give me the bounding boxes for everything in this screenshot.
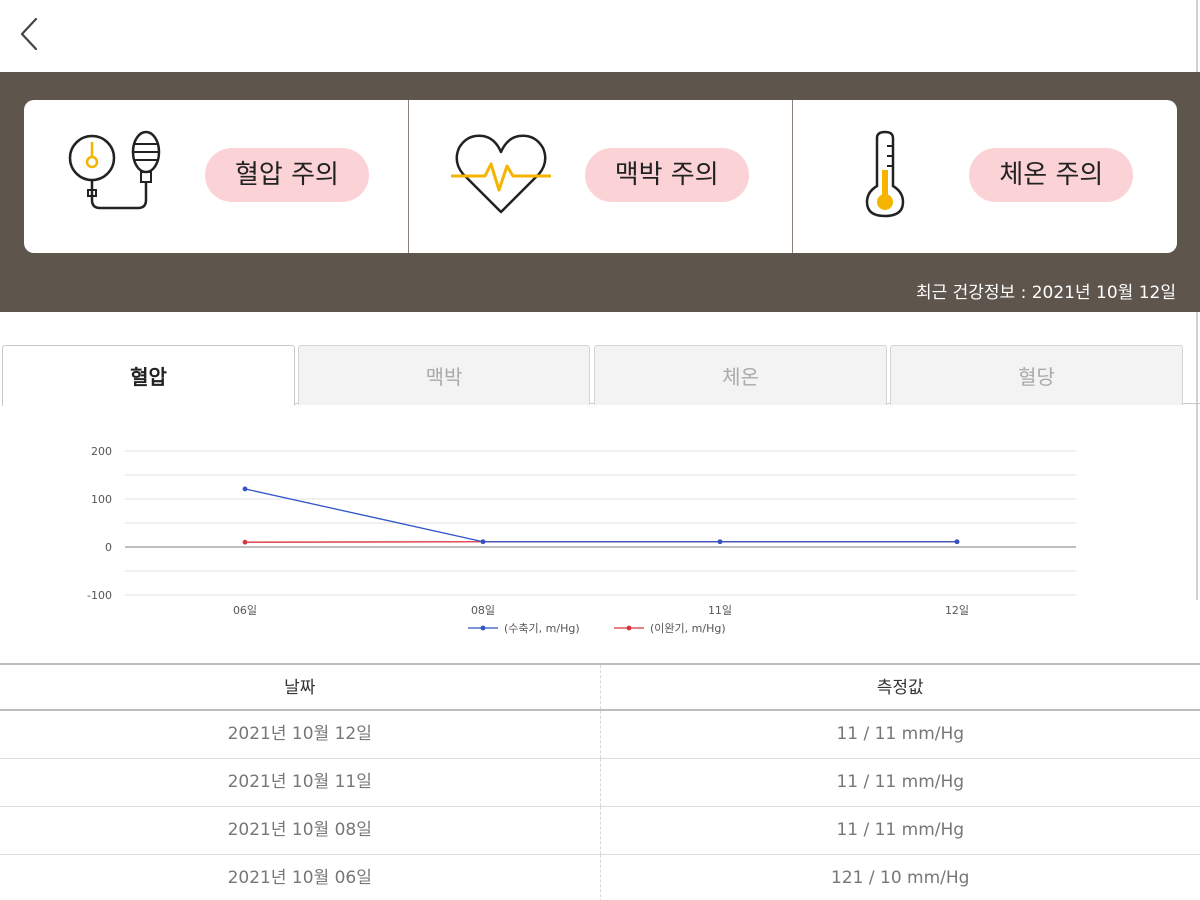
status-card: 혈압 주의 맥박 주의 체온 주의 [24,100,1177,253]
y-tick-label: 0 [105,541,112,554]
row-date: 2021년 10월 06일 [0,855,601,900]
status-temperature: 체온 주의 [793,100,1177,253]
y-tick-label: 100 [91,493,112,506]
legend-label: (수축기, m/Hg) [504,622,580,635]
back-button[interactable] [14,14,50,54]
table-row: 2021년 10월 06일 121 / 10 mm/Hg [0,855,1200,900]
x-tick-label: 11일 [708,603,732,617]
header-value: 측정값 [876,678,924,698]
data-point [717,539,723,545]
row-value: 121 / 10 mm/Hg [831,868,970,888]
blood-pressure-icon [68,130,161,210]
legend-label: (이완기, m/Hg) [650,622,726,635]
top-bar [0,0,1200,72]
data-point [242,539,248,545]
series-line [244,488,957,543]
blood-pressure-chart: 200 100 0 -100 06일 08일 11일 12일 (수축기, m/Hg) (이완기, … [0,430,1200,650]
tab-temperature[interactable]: 체온 [594,345,887,405]
data-point [242,486,248,492]
y-tick-label: 200 [91,445,112,458]
header-date: 날짜 [0,665,601,709]
status-pill-label: 맥박 주의 [584,148,749,202]
row-value: 11 / 11 mm/Hg [836,820,965,840]
status-pill-label: 체온 주의 [969,148,1134,202]
status-pulse: 맥박 주의 [409,100,794,253]
measurement-table: 날짜 측정값 2021년 10월 12일 11 / 11 mm/Hg 2021년… [0,663,1200,900]
tab-pulse[interactable]: 맥박 [298,345,590,405]
chevron-left-icon [20,17,38,51]
table-row: 2021년 10월 11일 11 / 11 mm/Hg [0,759,1200,807]
row-date: 2021년 10월 08일 [0,807,601,854]
metric-tabs: 혈압 맥박 체온 혈당 [0,345,1200,406]
status-blood-pressure: 혈압 주의 [24,100,409,253]
tab-blood-pressure[interactable]: 혈압 [2,345,295,406]
heart-pulse-icon [450,134,551,214]
row-value: 11 / 11 mm/Hg [836,724,965,744]
table-row: 2021년 10월 12일 11 / 11 mm/Hg [0,711,1200,759]
health-status-band: 혈압 주의 맥박 주의 체온 주의 최근 건강정보 : 2021년 10월 12… [0,72,1200,312]
table-row: 2021년 10월 08일 11 / 11 mm/Hg [0,807,1200,855]
thermometer-icon [866,130,905,218]
legend-marker [626,625,632,631]
row-date: 2021년 10월 12일 [0,711,601,758]
x-tick-label: 08일 [471,603,495,617]
x-tick-label: 12일 [945,603,969,617]
y-tick-label: -100 [87,589,112,602]
tab-blood-sugar[interactable]: 혈당 [890,345,1183,405]
row-value: 11 / 11 mm/Hg [836,772,965,792]
recent-health-info: 최근 건강정보 : 2021년 10월 12일 [915,283,1176,303]
data-point [954,539,960,545]
legend-marker [480,625,486,631]
table-header: 날짜 측정값 [0,663,1200,711]
x-tick-label: 06일 [233,603,257,617]
status-pill-label: 혈압 주의 [205,148,369,202]
data-point [480,539,486,545]
row-date: 2021년 10월 11일 [0,759,601,806]
line-chart: 200 100 0 -100 06일 08일 11일 12일 (수축기, m/Hg) (이완기, … [87,445,1076,635]
